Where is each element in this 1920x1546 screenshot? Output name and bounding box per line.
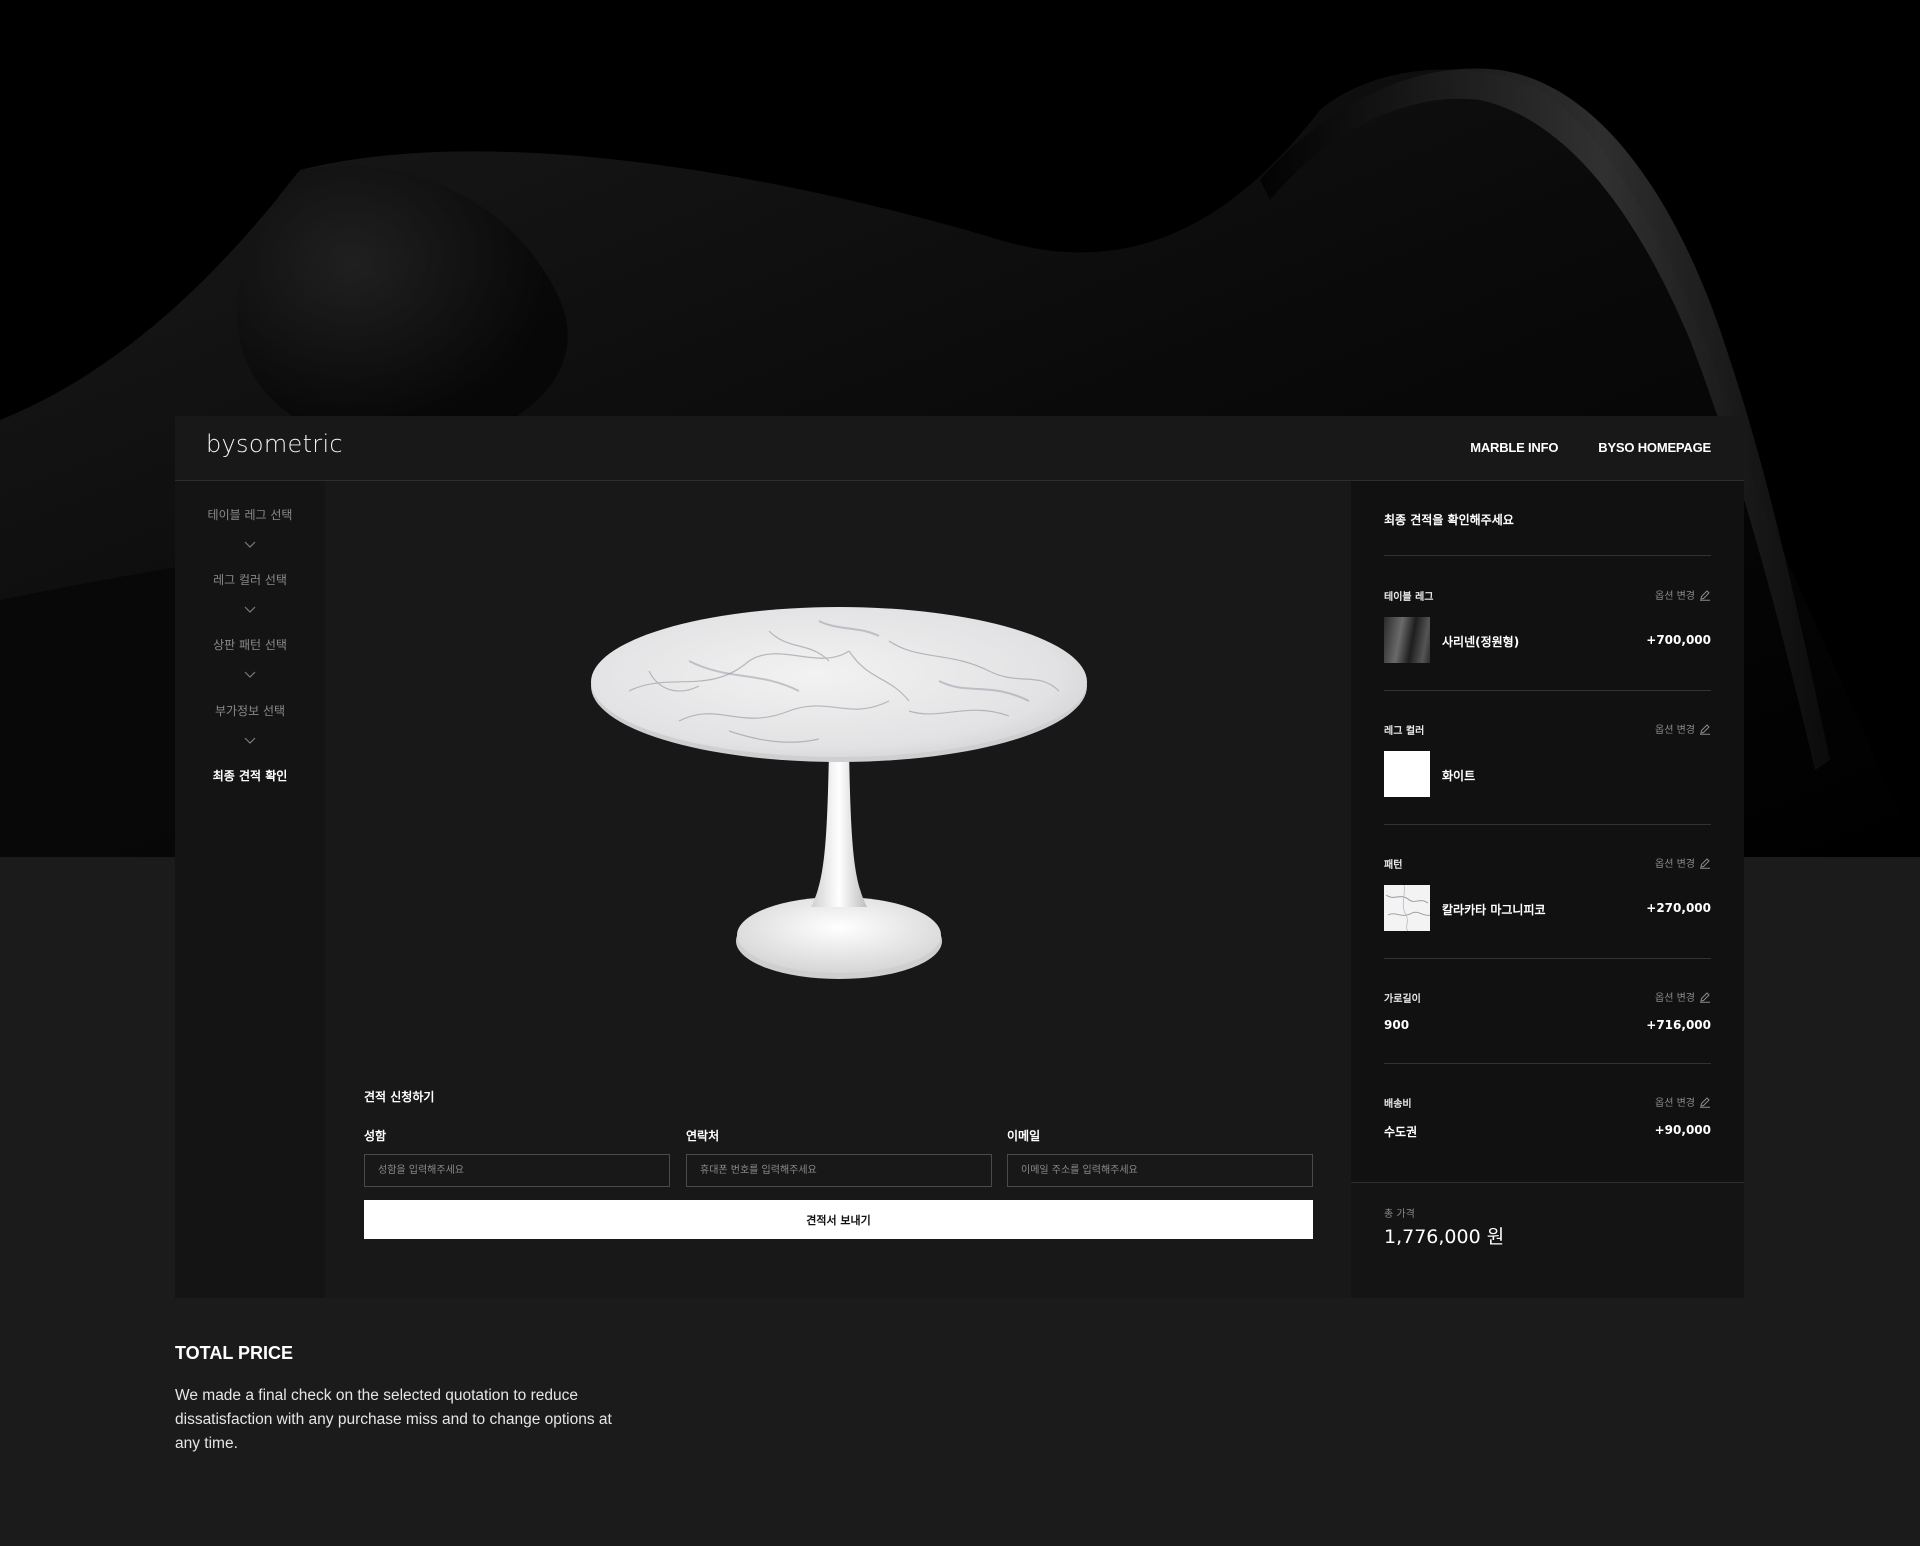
- edit-option-label: 옵션 변경: [1655, 725, 1695, 736]
- summary-title: 최종 견적을 확인해주세요: [1384, 513, 1514, 527]
- chevron-down-icon: [244, 541, 256, 548]
- edit-option-label: 옵션 변경: [1655, 993, 1695, 1004]
- pencil-icon: [1700, 723, 1710, 735]
- pencil-icon: [1700, 991, 1710, 1003]
- edit-option-label: 옵션 변경: [1655, 1098, 1695, 1109]
- leg-price: +700,000: [1646, 633, 1711, 647]
- leg-value: 사리넨(정원형): [1442, 635, 1520, 649]
- divider: [1384, 958, 1711, 959]
- divider: [1384, 690, 1711, 691]
- step-top-pattern[interactable]: 상판 패턴 선택: [175, 636, 325, 653]
- chevron-down-icon: [244, 671, 256, 678]
- chevron-down-icon: [244, 737, 256, 744]
- width-price: +716,000: [1646, 1018, 1711, 1032]
- section-label-pattern: 패턴: [1384, 860, 1403, 871]
- pencil-icon: [1700, 1096, 1710, 1108]
- width-value: 900: [1384, 1018, 1410, 1032]
- phone-label: 연락처: [686, 1129, 720, 1143]
- quote-summary: 최종 견적을 확인해주세요 테이블 레그 옵션 변경 사리넨(정원형) +700…: [1351, 481, 1744, 1298]
- divider: [1384, 824, 1711, 825]
- section-label-shipping: 배송비: [1384, 1099, 1412, 1110]
- phone-input[interactable]: [686, 1154, 992, 1187]
- section-label-leg-color: 레그 컬러: [1384, 726, 1425, 737]
- section-label-leg: 테이블 레그: [1384, 592, 1434, 603]
- top-nav: MARBLE INFO BYSO HOMEPAGE: [1470, 440, 1711, 455]
- pencil-icon: [1700, 857, 1710, 869]
- caption-text: We made a final check on the selected qu…: [175, 1387, 612, 1452]
- edit-option-label: 옵션 변경: [1655, 859, 1695, 870]
- caption-title: TOTAL PRICE: [175, 1343, 294, 1363]
- edit-option-label: 옵션 변경: [1655, 591, 1695, 602]
- pattern-value: 칼라카타 마그니피코: [1442, 903, 1546, 917]
- name-input[interactable]: [364, 1154, 670, 1187]
- step-table-leg[interactable]: 테이블 레그 선택: [175, 506, 325, 523]
- total-price-panel: 총 가격 1,776,000 원: [1351, 1182, 1744, 1298]
- leg-color-swatch: [1384, 751, 1430, 797]
- name-label: 성함: [364, 1129, 387, 1143]
- leg-color-value: 화이트: [1442, 769, 1476, 783]
- step-final-quote[interactable]: 최종 견적 확인: [175, 767, 325, 784]
- total-price-label: 총 가격: [1384, 1209, 1415, 1220]
- step-leg-color[interactable]: 레그 컬러 선택: [175, 571, 325, 588]
- section-label-width: 가로길이: [1384, 994, 1421, 1005]
- shipping-price: +90,000: [1654, 1123, 1711, 1137]
- edit-option-width[interactable]: 옵션 변경: [1655, 989, 1711, 1004]
- email-label: 이메일: [1007, 1129, 1041, 1143]
- edit-option-pattern[interactable]: 옵션 변경: [1655, 855, 1711, 870]
- edit-option-shipping[interactable]: 옵션 변경: [1655, 1094, 1711, 1109]
- pattern-price: +270,000: [1646, 901, 1711, 915]
- send-quote-button[interactable]: 견적서 보내기: [364, 1200, 1313, 1239]
- divider: [1384, 555, 1711, 556]
- step-extra-info[interactable]: 부가정보 선택: [175, 702, 325, 719]
- leg-swatch: [1384, 617, 1430, 663]
- marble-table-preview: [591, 607, 1087, 979]
- chevron-down-icon: [244, 606, 256, 613]
- nav-byso-homepage[interactable]: BYSO HOMEPAGE: [1598, 440, 1711, 455]
- marble-pattern-swatch: [1384, 885, 1430, 931]
- main-panel: 견적 신청하기 성함 연락처 이메일 견적서 보내기: [325, 481, 1351, 1298]
- configurator-window: bysometric MARBLE INFO BYSO HOMEPAGE 테이블…: [175, 416, 1744, 1298]
- step-sidebar: 테이블 레그 선택 레그 컬러 선택 상판 패턴 선택 부가정보 선택 최종 견…: [175, 481, 325, 1298]
- edit-option-leg[interactable]: 옵션 변경: [1655, 587, 1711, 602]
- total-price-value: 1,776,000 원: [1384, 1226, 1505, 1248]
- divider: [1384, 1063, 1711, 1064]
- shipping-value: 수도권: [1384, 1125, 1418, 1139]
- edit-option-leg-color[interactable]: 옵션 변경: [1655, 721, 1711, 736]
- nav-marble-info[interactable]: MARBLE INFO: [1470, 440, 1558, 455]
- brand-logo[interactable]: bysometric: [206, 430, 343, 458]
- email-input[interactable]: [1007, 1154, 1313, 1187]
- quote-form-title: 견적 신청하기: [364, 1090, 435, 1104]
- top-bar: bysometric MARBLE INFO BYSO HOMEPAGE: [175, 416, 1744, 481]
- pencil-icon: [1700, 589, 1710, 601]
